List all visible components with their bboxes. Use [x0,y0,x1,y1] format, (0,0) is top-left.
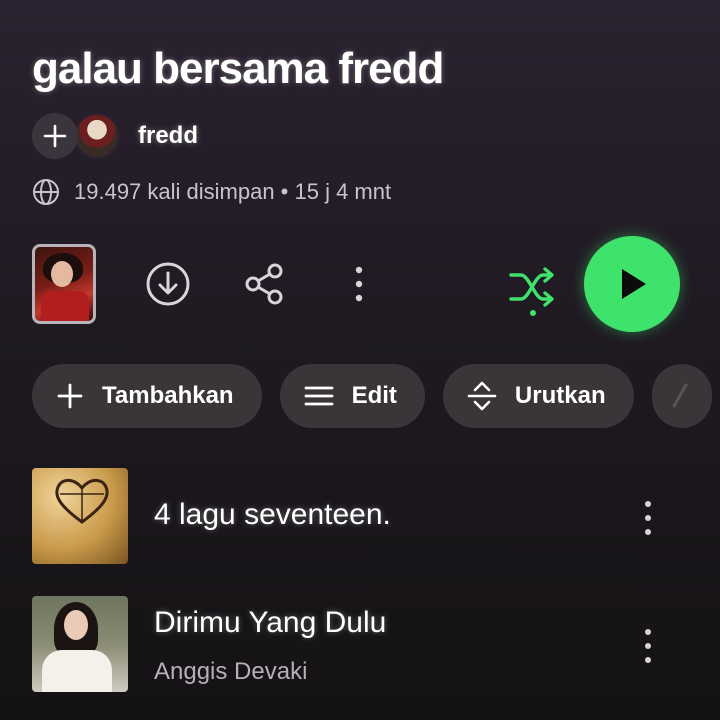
share-button[interactable] [240,260,288,308]
list-icon [304,386,333,406]
playlist-cover-thumbnail[interactable] [32,244,96,324]
edit-chip[interactable]: Edit [279,364,425,428]
track-more-button[interactable] [640,626,656,666]
track-row[interactable]: 4 lagu seventeen. [32,468,672,564]
sort-icon [467,381,497,411]
owner-avatar[interactable] [74,113,120,159]
owner-row: fredd [32,112,198,160]
shuffle-button[interactable] [506,260,560,314]
page-title: galau bersama fredd [32,44,444,93]
owner-name[interactable]: fredd [138,122,198,150]
track-row[interactable]: Dirimu Yang Dulu Anggis Devaki [32,596,672,692]
track-title: 4 lagu seventeen. [154,498,391,531]
globe-icon [33,179,59,205]
shuffle-active-indicator [530,310,536,316]
chip-label: Urutkan [514,382,606,409]
pencil-icon [672,383,688,408]
download-icon [146,262,190,306]
track-artist: Anggis Devaki [154,658,308,685]
chip-label: Tambahkan [102,382,234,409]
more-vertical-icon [645,501,651,535]
track-title: Dirimu Yang Dulu [154,606,387,639]
more-vertical-icon [645,629,651,663]
share-icon [245,263,283,305]
chip-label: Edit [351,382,397,409]
playlist-meta: 19.497 kali disimpan • 15 j 4 mnt [32,178,391,206]
more-chip-partial[interactable] [651,364,712,428]
sort-chip[interactable]: Urutkan [442,364,634,428]
shuffle-icon [509,267,554,307]
more-options-button[interactable] [344,260,374,308]
meta-text: 19.497 kali disimpan • 15 j 4 mnt [74,179,392,204]
download-button[interactable] [144,260,192,308]
heart-map-artwork [55,478,109,524]
track-artwork [32,596,128,692]
plus-icon [43,124,67,148]
track-more-button[interactable] [640,498,656,538]
play-icon [622,269,646,299]
add-songs-chip[interactable]: Tambahkan [32,364,262,428]
more-vertical-icon [355,266,363,302]
action-bar [32,236,692,332]
track-artwork [32,468,128,564]
play-button[interactable] [584,236,680,332]
plus-icon [57,383,83,409]
action-chips: Tambahkan Edit Urutkan [32,364,712,428]
add-collaborator-button[interactable] [32,113,78,159]
